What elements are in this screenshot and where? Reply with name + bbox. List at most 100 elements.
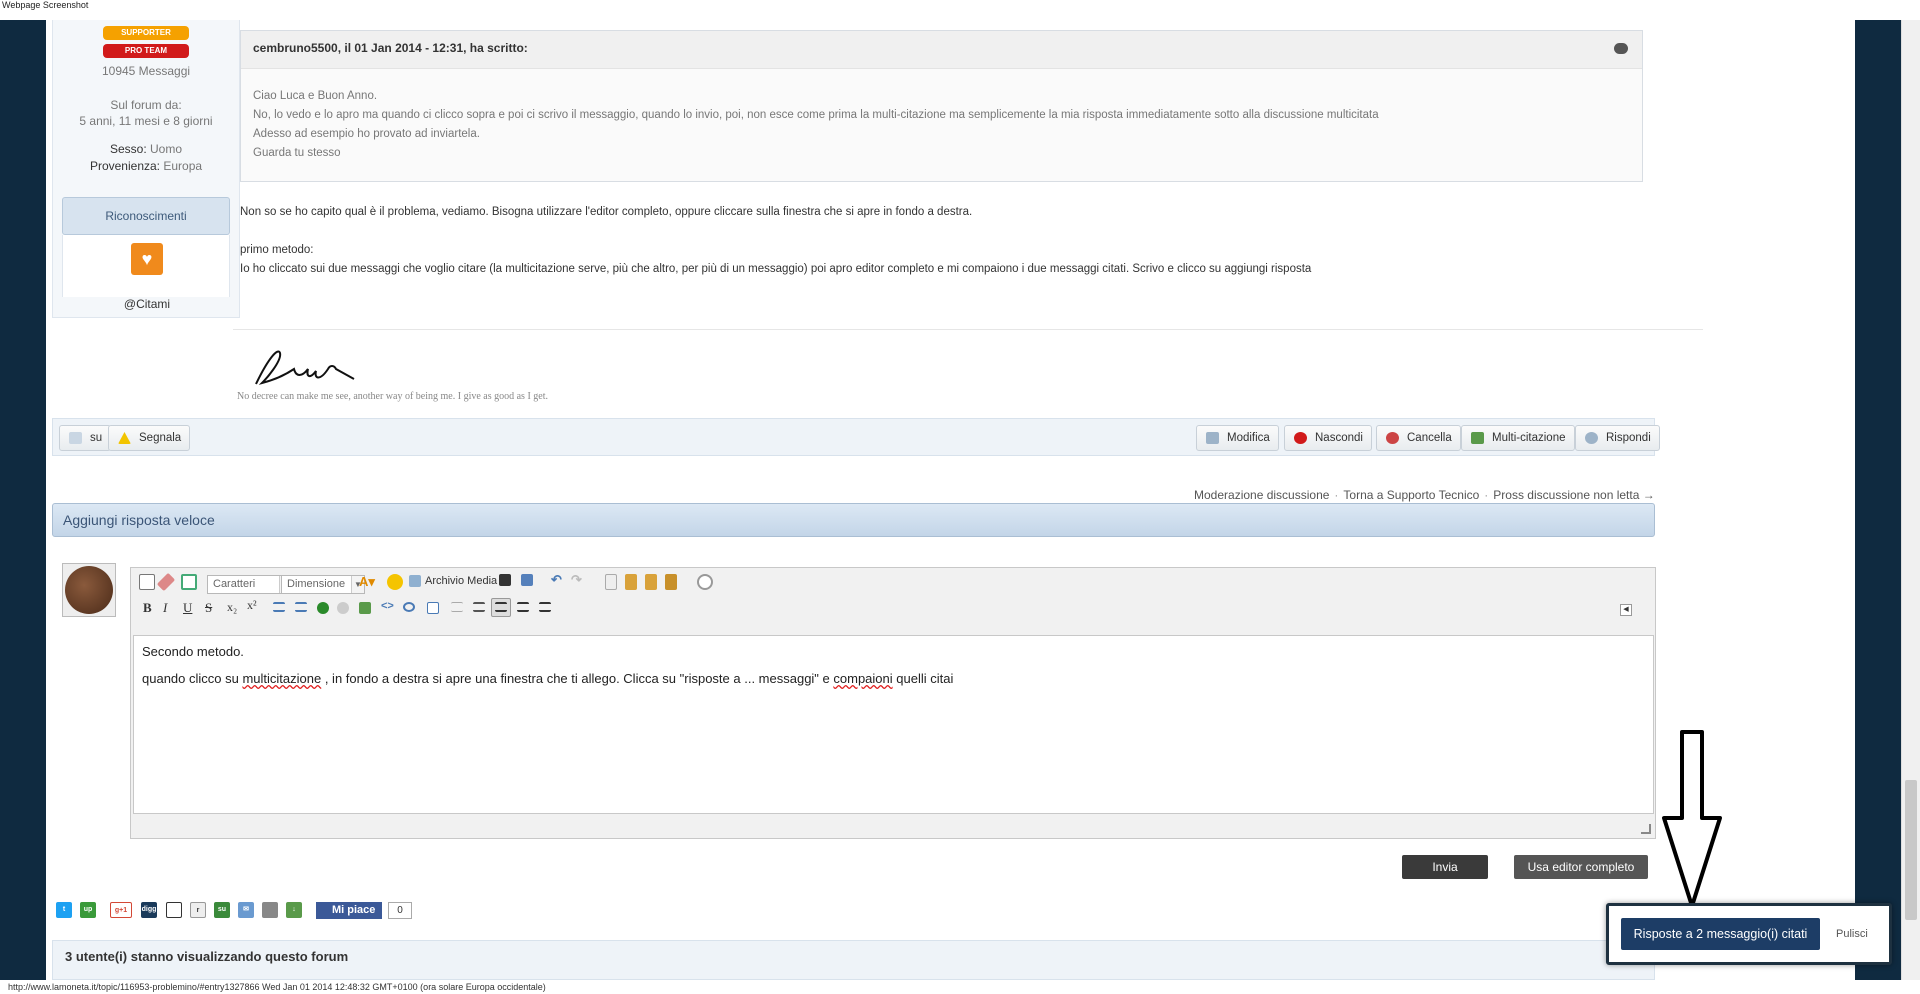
delicious-icon[interactable]: [166, 902, 182, 918]
cite-me-link[interactable]: @Citami: [53, 297, 241, 311]
text-color-icon[interactable]: A▾: [359, 574, 375, 590]
reddit-icon[interactable]: r: [190, 902, 206, 918]
paste-icon[interactable]: [625, 574, 637, 590]
media-icon[interactable]: [409, 575, 421, 587]
heart-award-icon[interactable]: ♥: [131, 243, 163, 275]
upnews-icon[interactable]: up: [80, 902, 96, 918]
superscript-icon[interactable]: x²: [247, 598, 257, 613]
facebook-like-button[interactable]: Mi piace: [316, 902, 382, 919]
undo-icon[interactable]: ↶: [551, 572, 562, 588]
next-unread-link[interactable]: Pross discussione non letta →: [1493, 488, 1654, 502]
multiquote-icon: [1471, 432, 1484, 444]
forum-since-label: Sul forum da:: [110, 98, 182, 112]
moderation-link[interactable]: Moderazione discussione: [1194, 488, 1329, 502]
unlink-icon[interactable]: [337, 602, 349, 614]
bold-icon[interactable]: B: [143, 600, 152, 616]
editor-text: quelli citai: [892, 671, 954, 686]
copy-icon[interactable]: [605, 574, 617, 590]
report-label: Segnala: [139, 432, 182, 444]
handwritten-signature: [255, 350, 355, 385]
twitter-icon[interactable]: t: [56, 902, 72, 918]
align-right-icon[interactable]: [539, 602, 551, 612]
google-plus-icon[interactable]: g+1: [110, 902, 132, 918]
email-icon[interactable]: ✉: [238, 902, 254, 918]
source-icon[interactable]: [139, 574, 155, 590]
quote-line: Ciao Luca e Buon Anno.: [253, 90, 378, 102]
like-label: Mi piace: [332, 904, 376, 916]
spellcheck-icon[interactable]: [697, 574, 713, 590]
link-icon[interactable]: [317, 602, 329, 614]
strikethrough-icon[interactable]: S: [205, 600, 212, 616]
resize-handle-icon[interactable]: [1641, 824, 1651, 834]
code-icon[interactable]: <>: [381, 600, 394, 612]
spoiler-icon[interactable]: [427, 602, 439, 614]
align-center-icon[interactable]: [517, 602, 529, 612]
edit-button[interactable]: Modifica: [1196, 425, 1279, 451]
editor-line: quando clicco su multicitazione , in fon…: [142, 670, 1645, 688]
misspelled-word: multicitazione: [242, 671, 322, 686]
quote-bubble-icon[interactable]: [1614, 43, 1628, 54]
download-icon[interactable]: ↓: [286, 902, 302, 918]
delete-button[interactable]: Cancella: [1376, 425, 1461, 451]
indent-icon[interactable]: [473, 602, 485, 612]
recognitions-button[interactable]: Riconoscimenti: [62, 197, 230, 235]
numbered-list-icon[interactable]: [295, 602, 307, 612]
stumbleupon-icon[interactable]: su: [214, 902, 230, 918]
misspelled-word: compaioni: [833, 671, 893, 686]
digg-icon[interactable]: digg: [141, 902, 157, 918]
clear-quotes-link[interactable]: Pulisci: [1836, 918, 1868, 950]
page: SUPPORTER PRO TEAM 10945 Messaggi Sul fo…: [46, 20, 1855, 980]
smiley-icon[interactable]: [387, 574, 403, 590]
reply-icon: [1585, 432, 1598, 444]
full-editor-button[interactable]: Usa editor completo: [1514, 855, 1648, 879]
quote-icon[interactable]: [403, 602, 415, 612]
paste-word-icon[interactable]: [665, 574, 677, 590]
post-action-bar: su Segnala Modifica Nascondi Cancella Mu…: [52, 418, 1660, 456]
size-select[interactable]: Dimensione ▼: [281, 575, 365, 594]
table-icon[interactable]: [181, 574, 197, 590]
scrollbar-thumb[interactable]: [1905, 780, 1917, 920]
eraser-icon[interactable]: [156, 572, 176, 592]
subscript-icon[interactable]: x₂: [227, 600, 237, 615]
quote-line: Adesso ad esempio ho provato ad inviarte…: [253, 128, 480, 140]
vertical-scrollbar[interactable]: [1901, 20, 1920, 980]
quote-line: Guarda tu stesso: [253, 147, 341, 159]
left-background: [0, 20, 46, 980]
multiquote-popup: Risposte a 2 messaggio(i) citati Pulisci: [1606, 903, 1892, 965]
post-line: primo metodo:: [240, 244, 314, 256]
binoculars-icon[interactable]: [499, 574, 511, 586]
print-icon[interactable]: [262, 902, 278, 918]
reply-to-quoted-button[interactable]: Risposte a 2 messaggio(i) citati: [1621, 918, 1820, 950]
image-icon[interactable]: [359, 602, 371, 614]
editor-line: Secondo metodo.: [142, 644, 244, 659]
send-message-button[interactable]: Invia Messaggio: [1402, 855, 1488, 898]
report-button[interactable]: Segnala: [108, 425, 191, 451]
editor-content-area[interactable]: Secondo metodo. quando clicco su multici…: [133, 635, 1654, 814]
moderation-links: Moderazione discussione · Torna a Supporto…: [1194, 488, 1655, 502]
quote-header: cembruno5500, il 01 Jan 2014 - 12:31, ha…: [241, 31, 1642, 69]
replace-icon[interactable]: [521, 574, 533, 586]
quote-line: No, lo vedo e lo apro ma quando ci clicc…: [253, 109, 1379, 121]
back-to-forum-link[interactable]: Torna a Supporto Tecnico: [1343, 488, 1479, 502]
forum-since-value: 5 anni, 11 mesi e 8 giorni: [79, 114, 213, 128]
redo-icon[interactable]: ↷: [571, 572, 582, 588]
collapse-toolbar-icon[interactable]: ◀: [1620, 604, 1632, 616]
multiquote-label: Multi-citazione: [1492, 432, 1566, 444]
paste-text-icon[interactable]: [645, 574, 657, 590]
bullet-list-icon[interactable]: [273, 602, 285, 612]
hide-button[interactable]: Nascondi: [1284, 425, 1372, 451]
media-library-button[interactable]: Archivio Media: [425, 575, 497, 587]
italic-icon[interactable]: I: [163, 600, 167, 616]
editor-text: quando clicco su: [142, 671, 243, 686]
viewers-bar: 3 utente(i) stanno visualizzando questo …: [52, 940, 1655, 980]
outdent-icon[interactable]: [451, 602, 463, 612]
font-select-value: Caratteri: [213, 578, 256, 590]
sex-label: Sesso:: [109, 142, 147, 156]
delete-label: Cancella: [1407, 432, 1452, 444]
multiquote-button[interactable]: Multi-citazione: [1461, 425, 1575, 451]
hide-icon: [1294, 432, 1307, 444]
reply-button[interactable]: Rispondi: [1575, 425, 1660, 451]
underline-icon[interactable]: U: [183, 600, 192, 616]
quick-reply-header: Aggiungi risposta veloce: [52, 503, 1655, 537]
up-button[interactable]: su: [59, 425, 112, 451]
